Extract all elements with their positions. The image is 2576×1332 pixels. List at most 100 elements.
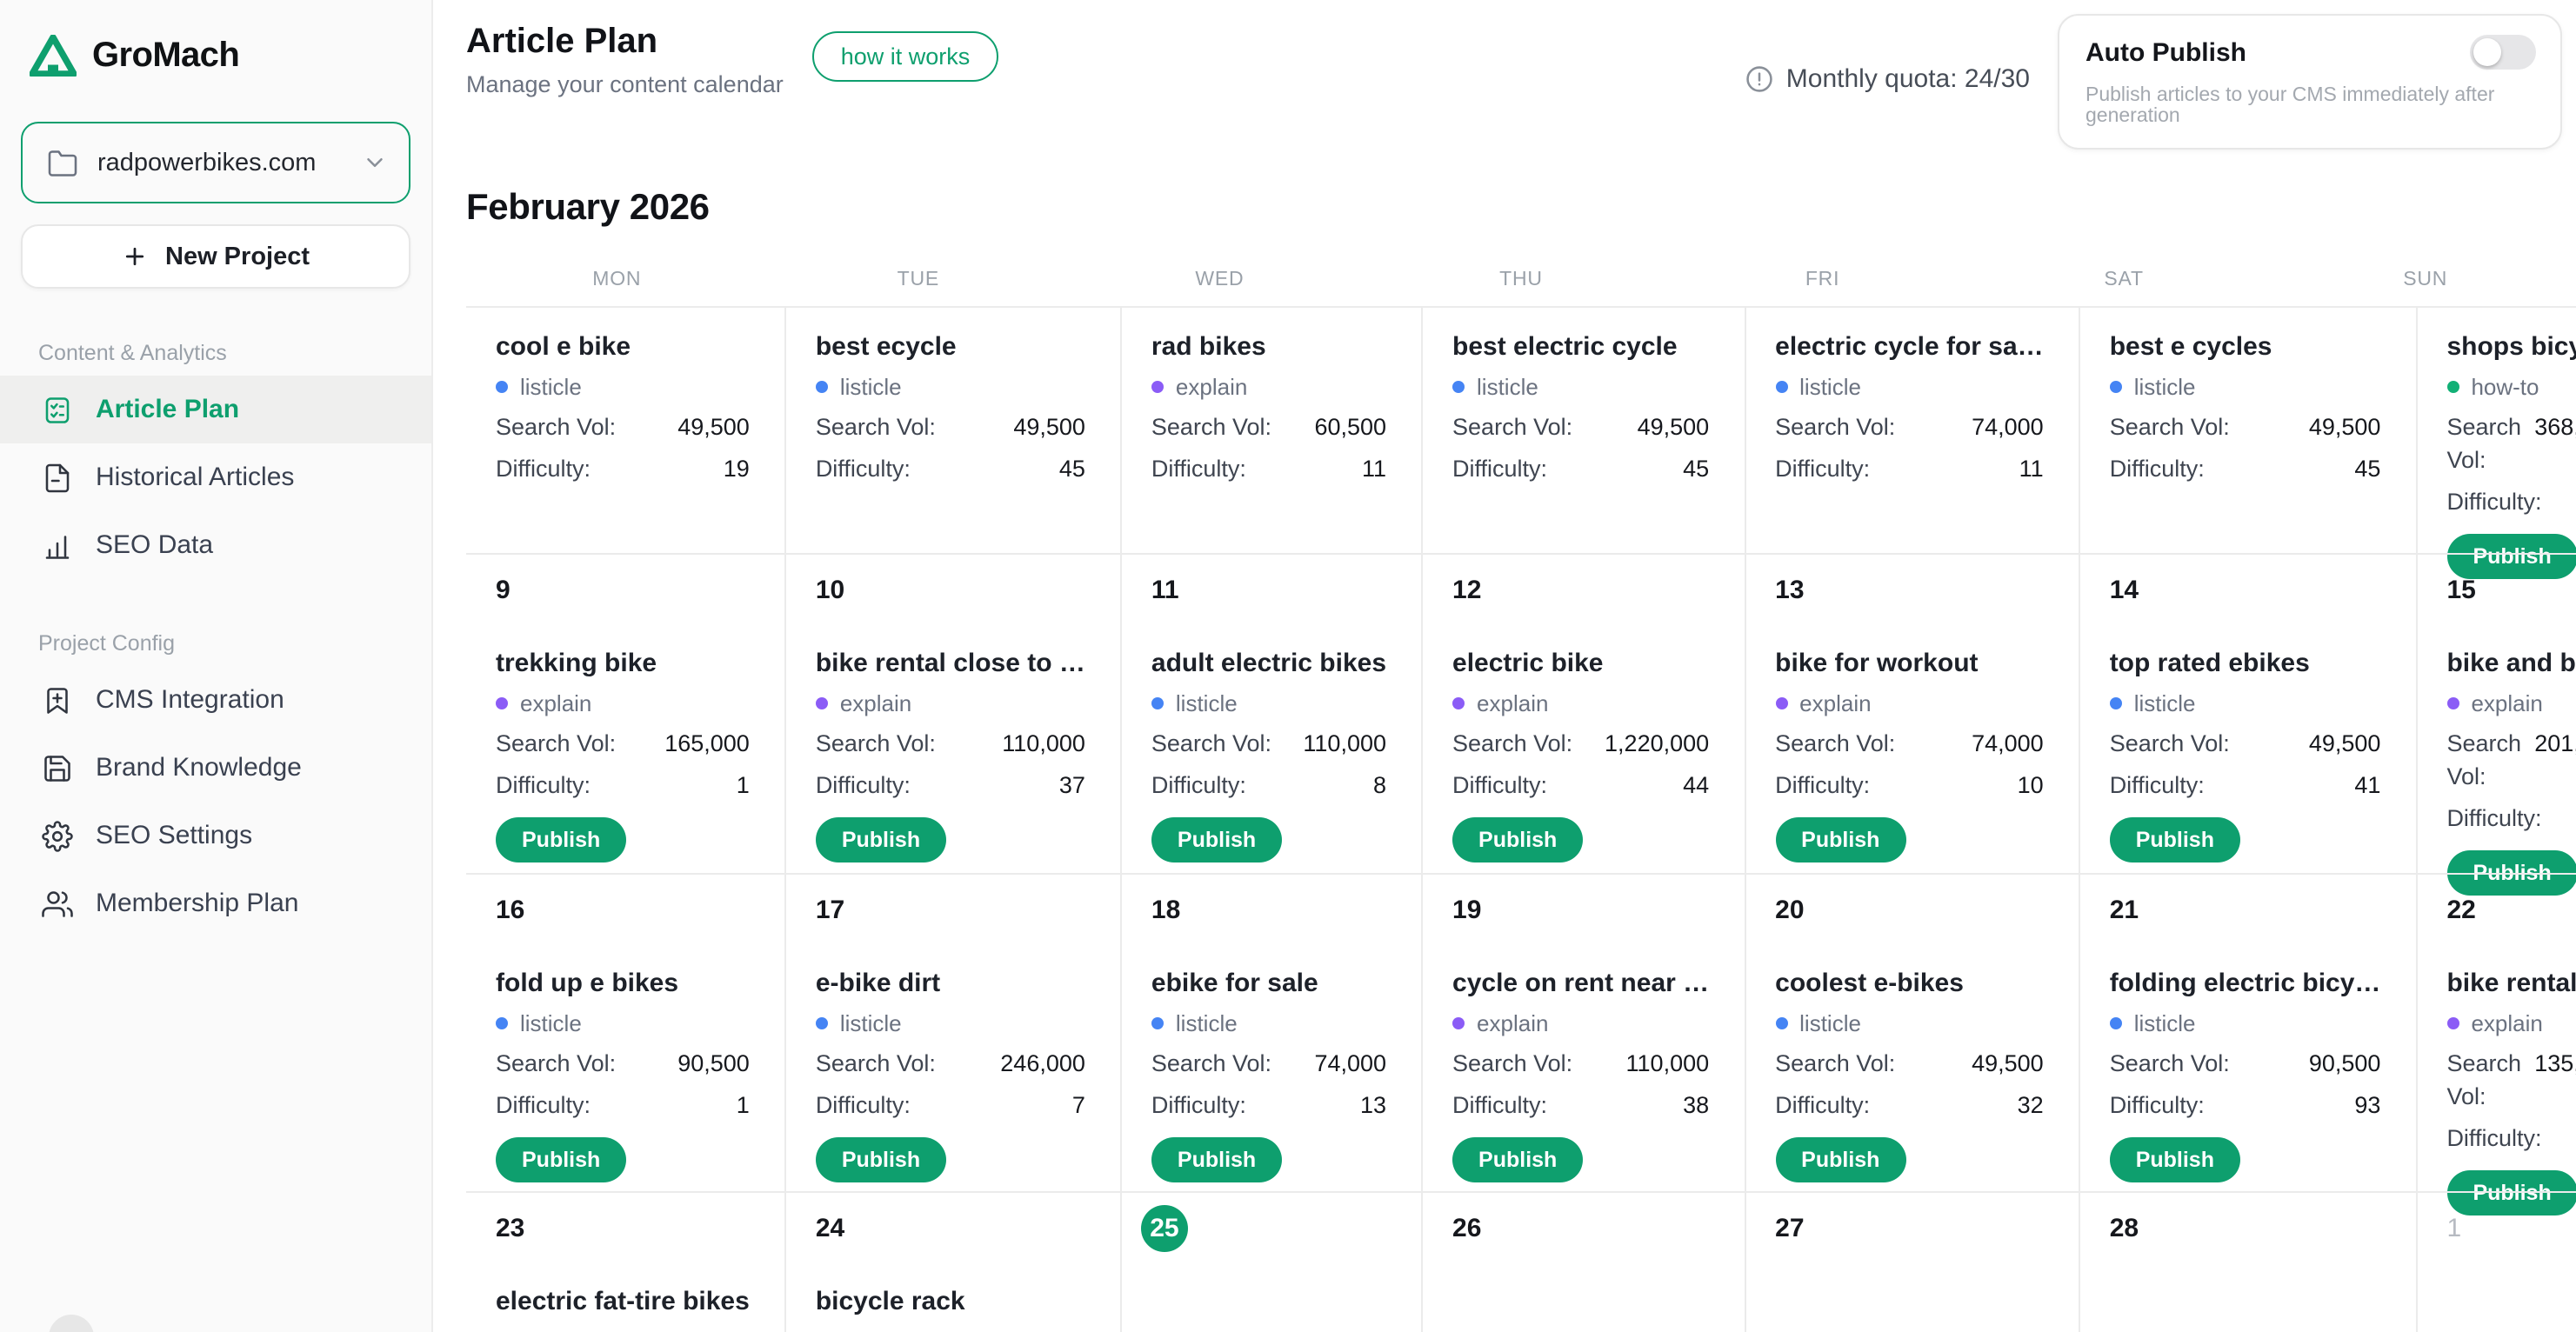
article-type-dot-icon [2446, 1017, 2459, 1029]
calendar-cell[interactable]: 14top rated ebikeslisticleSearch Vol:49,… [2080, 553, 2418, 873]
calendar-cell[interactable]: 18ebike for salelisticleSearch Vol:74,00… [1122, 873, 1423, 1191]
calendar-cell[interactable]: 21folding electric bicy…listicleSearch V… [2080, 873, 2418, 1191]
difficulty-row: Difficulty:38 [1452, 1089, 1709, 1122]
publish-button[interactable]: Publish [1775, 817, 1905, 862]
calendar-cell[interactable]: 9trekking bikeexplainSearch Vol:165,000D… [466, 553, 786, 873]
article-type-dot-icon [1775, 1017, 1787, 1029]
day-number: 20 [1775, 897, 1804, 925]
new-project-button[interactable]: New Project [21, 224, 410, 289]
auto-publish-toggle[interactable] [2470, 35, 2536, 70]
sidebar-item-historical-articles[interactable]: Historical Articles [0, 443, 431, 511]
folder-icon [47, 147, 78, 178]
keyword-title: bicycle rack [816, 1287, 1085, 1316]
publish-button[interactable]: Publish [2110, 1137, 2240, 1182]
sidebar-item-article-plan[interactable]: Article Plan [0, 376, 431, 443]
day-number: 18 [1151, 897, 1180, 925]
avatar[interactable] [49, 1315, 94, 1332]
publish-button[interactable]: Publish [816, 1137, 946, 1182]
day-number: 22 [2446, 897, 2475, 925]
day-header-mon: MON [466, 270, 768, 306]
sidebar-item-cms-integration[interactable]: CMS Integration [0, 666, 431, 734]
day-number: 14 [2110, 577, 2139, 605]
keyword-title: electric bike [1452, 649, 1709, 678]
calendar-cell[interactable]: cool e bikelisticleSearch Vol:49,500Diff… [466, 306, 786, 553]
calendar-cell[interactable]: rad bikesexplainSearch Vol:60,500Difficu… [1122, 306, 1423, 553]
sidebar: GroMach radpowerbikes.com New Project Co… [0, 0, 433, 1332]
calendar-cell[interactable]: 19cycle on rent near …explainSearch Vol:… [1423, 873, 1745, 1191]
article-type: explain [816, 689, 1085, 718]
calendar-cell[interactable]: best electric cyclelisticleSearch Vol:49… [1423, 306, 1745, 553]
calendar-cell[interactable]: 15bike and bikeexplainSearch Vol:201,000… [2417, 553, 2576, 873]
article-type-dot-icon [1151, 1017, 1164, 1029]
day-number: 16 [496, 897, 524, 925]
calendar-cell[interactable]: 12electric bikeexplainSearch Vol:1,220,0… [1423, 553, 1745, 873]
search-volume-row: Search Vol:90,500 [496, 1047, 750, 1080]
keyword-title: adult electric bikes [1151, 649, 1386, 678]
keyword-title: shops bicycle [2446, 332, 2576, 362]
publish-button[interactable]: Publish [496, 817, 626, 862]
difficulty-row: Difficulty:45 [2110, 452, 2381, 485]
sidebar-item-seo-settings[interactable]: SEO Settings [0, 802, 431, 869]
alert-circle-icon [1745, 64, 1774, 94]
sidebar-item-membership-plan[interactable]: Membership Plan [0, 869, 431, 937]
calendar-grid: cool e bikelisticleSearch Vol:49,500Diff… [466, 306, 2576, 1332]
monthly-quota: Monthly quota: 24/30 [1745, 64, 2030, 94]
calendar-cell[interactable]: 17e-bike dirtlisticleSearch Vol:246,000D… [786, 873, 1122, 1191]
keyword-title: best e cycles [2110, 332, 2381, 362]
article-type: listicle [1151, 1009, 1386, 1038]
article-type-dot-icon [1452, 697, 1465, 709]
article-type-dot-icon [816, 697, 828, 709]
today-badge: 25 [1141, 1205, 1188, 1252]
publish-button[interactable]: Publish [1151, 1137, 1282, 1182]
publish-button[interactable]: Publish [1452, 817, 1583, 862]
sidebar-item-seo-data[interactable]: SEO Data [0, 511, 431, 579]
search-volume-row: Search Vol:110,000 [1452, 1047, 1709, 1080]
sidebar-item-label: Membership Plan [96, 889, 298, 918]
search-volume-row: Search Vol:246,000 [816, 1047, 1085, 1080]
calendar-cell[interactable]: best e cycleslisticleSearch Vol:49,500Di… [2080, 306, 2418, 553]
difficulty-row: Difficulty:93 [2110, 1089, 2381, 1122]
publish-button[interactable]: Publish [1452, 1137, 1583, 1182]
publish-button[interactable]: Publish [816, 817, 946, 862]
publish-button[interactable]: Publish [496, 1137, 626, 1182]
article-type: explain [816, 1327, 1085, 1332]
search-volume-row: Search Vol:165,000 [496, 727, 750, 760]
calendar-cell[interactable]: 10bike rental close to …explainSearch Vo… [786, 553, 1122, 873]
calendar-cell[interactable]: 24bicycle rackexplainSearch Vol:60,500 [786, 1191, 1122, 1332]
quota-text: Monthly quota: 24/30 [1786, 64, 2030, 94]
day-number: 24 [816, 1215, 844, 1243]
day-header-fri: FRI [1672, 270, 1973, 306]
day-number: 17 [816, 897, 844, 925]
calendar-cell[interactable]: 20coolest e-bikeslisticleSearch Vol:49,5… [1745, 873, 2080, 1191]
day-number: 1 [2446, 1215, 2461, 1243]
day-number: 23 [496, 1215, 524, 1243]
sidebar-item-brand-knowledge[interactable]: Brand Knowledge [0, 734, 431, 802]
publish-button[interactable]: Publish [1151, 817, 1282, 862]
article-type-dot-icon [496, 1017, 508, 1029]
project-selector[interactable]: radpowerbikes.com [21, 122, 410, 203]
search-volume-row: Search Vol:49,500 [496, 410, 750, 443]
publish-button[interactable]: Publish [1775, 1137, 1905, 1182]
calendar-cell[interactable]: 16fold up e bikeslisticleSearch Vol:90,5… [466, 873, 786, 1191]
how-it-works-button[interactable]: how it works [813, 31, 998, 82]
article-type: listicle [496, 1327, 750, 1332]
sidebar-item-label: Historical Articles [96, 463, 294, 492]
calendar-cell[interactable]: shops bicyclehow-toSearch Vol:368,000Dif… [2417, 306, 2576, 553]
day-header-wed: WED [1069, 270, 1371, 306]
publish-button[interactable]: Publish [2110, 817, 2240, 862]
calendar-cell[interactable]: best ecyclelisticleSearch Vol:49,500Diff… [786, 306, 1122, 553]
day-of-week-header: MONTUEWEDTHUFRISATSUN [466, 270, 2576, 306]
difficulty-row: Difficulty:11 [1775, 452, 2044, 485]
calendar-cell[interactable]: 11adult electric bikeslisticleSearch Vol… [1122, 553, 1423, 873]
day-number: 15 [2446, 577, 2475, 605]
calendar-cell[interactable]: electric cycle for sa…listicleSearch Vol… [1745, 306, 2080, 553]
nav-section-label: Project Config [38, 631, 431, 656]
keyword-title: best ecycle [816, 332, 1085, 362]
search-volume-row: Search Vol:74,000 [1775, 727, 2044, 760]
difficulty-row: Difficulty:27 [2446, 1122, 2576, 1155]
calendar-cell[interactable]: 23electric fat-tire bikeslisticleSearch … [466, 1191, 786, 1332]
calendar-cell[interactable]: 13bike for workoutexplainSearch Vol:74,0… [1745, 553, 2080, 873]
difficulty-row: Difficulty:7 [816, 1089, 1085, 1122]
calendar-cell[interactable]: 22bike rentalsexplainSearch Vol:135,000D… [2417, 873, 2576, 1191]
article-type-dot-icon [816, 1017, 828, 1029]
